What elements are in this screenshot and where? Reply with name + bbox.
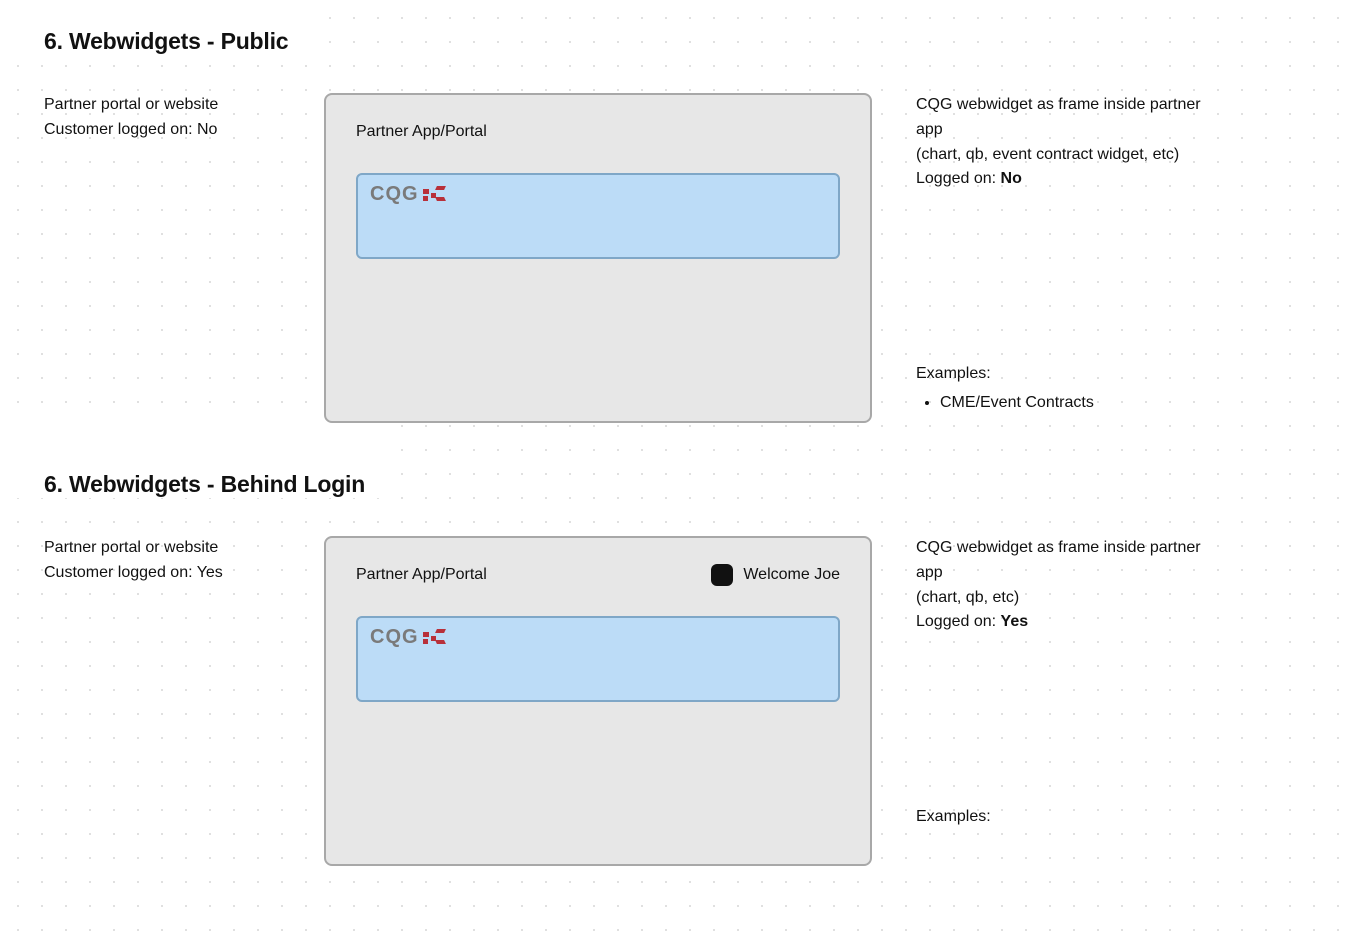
examples-list: CME/Event Contracts [916, 391, 1216, 416]
left-line-2: Customer logged on: No [44, 118, 324, 143]
logged-label: Logged on: [916, 613, 1001, 630]
section-heading: 6. Webwidgets - Behind Login [0, 423, 385, 498]
logged-value: No [1001, 170, 1022, 187]
section-heading: 6. Webwidgets - Public [0, 0, 308, 55]
center-panel-wrap: Partner App/Portal CQG [324, 93, 872, 423]
section-behind-login: 6. Webwidgets - Behind Login Partner por… [0, 423, 1350, 866]
logged-value: Yes [1001, 613, 1029, 630]
cqg-logo-icon [423, 629, 445, 647]
left-annotation: Partner portal or website Customer logge… [44, 536, 324, 586]
left-line-2: Customer logged on: Yes [44, 561, 324, 586]
cqg-logo: CQG [370, 626, 826, 649]
partner-app-panel: Partner App/Portal CQG [324, 93, 872, 423]
cqg-widget-frame: CQG [356, 173, 840, 259]
user-indicator: Welcome Joe [711, 564, 840, 586]
cqg-logo-text: CQG [370, 183, 419, 206]
right-line-1: CQG webwidget as frame inside partner ap… [916, 536, 1216, 586]
partner-app-panel: Partner App/Portal Welcome Joe CQG [324, 536, 872, 866]
cqg-logo-icon [423, 186, 445, 204]
right-logged-on: Logged on: Yes [916, 610, 1216, 635]
example-item: CME/Event Contracts [940, 391, 1216, 416]
panel-header: Partner App/Portal [356, 119, 840, 145]
right-logged-on: Logged on: No [916, 167, 1216, 192]
logged-label: Logged on: [916, 170, 1001, 187]
left-line-1: Partner portal or website [44, 93, 324, 118]
right-line-1: CQG webwidget as frame inside partner ap… [916, 93, 1216, 143]
examples-block: Examples: CME/Event Contracts [916, 362, 1216, 416]
examples-label: Examples: [916, 805, 1216, 830]
examples-block: Examples: [916, 805, 1216, 830]
right-annotation: CQG webwidget as frame inside partner ap… [916, 536, 1216, 830]
center-panel-wrap: Partner App/Portal Welcome Joe CQG [324, 536, 872, 866]
left-annotation: Partner portal or website Customer logge… [44, 93, 324, 143]
user-avatar-icon [711, 564, 733, 586]
right-line-2: (chart, qb, event contract widget, etc) [916, 143, 1216, 168]
right-line-2: (chart, qb, etc) [916, 586, 1216, 611]
examples-label: Examples: [916, 362, 1216, 387]
cqg-logo: CQG [370, 183, 826, 206]
welcome-text: Welcome Joe [743, 566, 840, 584]
panel-title: Partner App/Portal [356, 123, 487, 141]
section-row: Partner portal or website Customer logge… [0, 536, 1350, 866]
section-row: Partner portal or website Customer logge… [0, 93, 1350, 423]
cqg-logo-text: CQG [370, 626, 419, 649]
right-annotation: CQG webwidget as frame inside partner ap… [916, 93, 1216, 416]
left-line-1: Partner portal or website [44, 536, 324, 561]
cqg-widget-frame: CQG [356, 616, 840, 702]
panel-title: Partner App/Portal [356, 566, 487, 584]
panel-header: Partner App/Portal Welcome Joe [356, 562, 840, 588]
section-public: 6. Webwidgets - Public Partner portal or… [0, 0, 1350, 423]
